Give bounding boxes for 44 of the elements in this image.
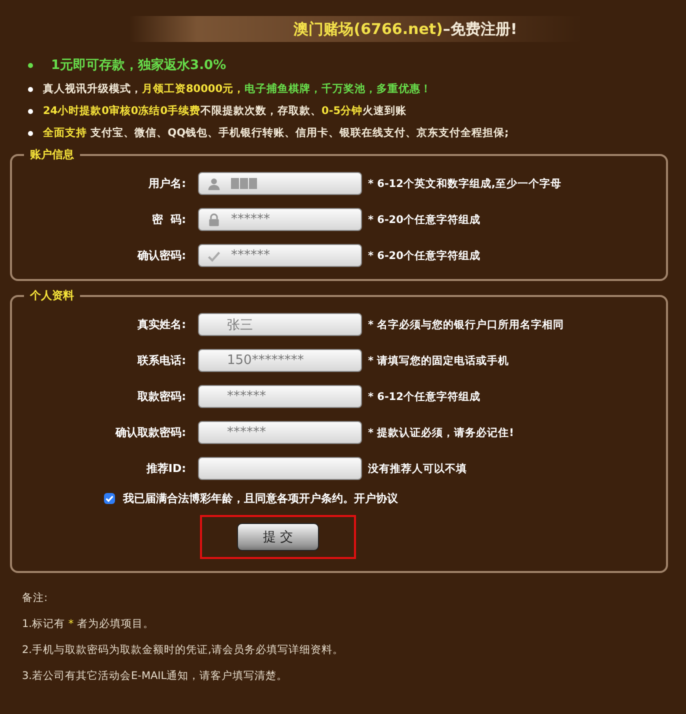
- page-title: 澳门赌场(6766.net)–免费注册!: [292, 20, 518, 38]
- input-field[interactable]: 150********: [198, 349, 362, 372]
- field-hint: * 请填写您的固定电话或手机: [367, 354, 510, 368]
- agreement-checkbox[interactable]: [104, 493, 115, 504]
- user-icon: [207, 176, 221, 190]
- field-hint: * 6-20个任意字符组成: [367, 212, 480, 226]
- field-label: 确认密码:: [136, 248, 187, 263]
- submit-button[interactable]: 提 交: [237, 523, 319, 551]
- promo-text: 全面支持 支付宝、微信、QQ钱包、手机银行转账、信用卡、银联在线支付、京东支付全程担保;: [43, 126, 509, 140]
- bullet-icon: [28, 130, 33, 136]
- agreement-text: 我已届满合法博彩年龄，且同意各项开户条约。开户协议: [123, 491, 398, 506]
- section-title: 个人资料: [24, 288, 80, 303]
- note-text: 3.若公司有其它活动会E-MAIL通知，请客户填写清楚。: [22, 669, 289, 683]
- note-text: 2.手机与取款密码为取款金额时的凭证,请会员务必填写详细资料。: [22, 643, 344, 657]
- lock-icon: [207, 212, 221, 226]
- input-field[interactable]: ******: [198, 208, 362, 231]
- input-field[interactable]: [198, 172, 362, 195]
- note-text: 1.标记有 * 者为必填项目。: [22, 617, 155, 631]
- field-label: 取款密码:: [136, 389, 187, 404]
- input-field[interactable]: ******: [198, 385, 362, 408]
- promo-text: 真人视讯升级模式，月领工资80000元，电子捕鱼棋牌，千万奖池，多重优惠！: [43, 82, 432, 96]
- bullet-icon: [28, 62, 33, 68]
- input-field[interactable]: ******: [198, 421, 362, 444]
- promo-text: 1元即可存款，独家返水3.0%: [50, 56, 226, 74]
- field-label: 用户名:: [147, 176, 187, 191]
- field-label: 确认取款密码:: [114, 425, 187, 440]
- field-hint: 没有推荐人可以不填: [367, 462, 467, 476]
- field-label: 联系电话:: [136, 353, 187, 368]
- section-title: 账户信息: [24, 147, 80, 162]
- field-label: 密 码:: [150, 212, 187, 227]
- field-hint: * 名字必须与您的银行户口所用名字相同: [367, 318, 564, 332]
- input-field[interactable]: ******: [198, 244, 362, 267]
- input-field[interactable]: [198, 457, 362, 480]
- field-hint: * 提款认证必须，请务必记住!: [367, 426, 514, 440]
- input-field[interactable]: 张三: [198, 313, 362, 336]
- notes-title: 备注:: [22, 591, 49, 605]
- field-hint: * 6-20个任意字符组成: [367, 248, 480, 262]
- field-label: 真实姓名:: [136, 317, 187, 332]
- bullet-icon: [28, 108, 33, 114]
- field-label: 推荐ID:: [145, 461, 187, 476]
- field-hint: * 6-12个任意字符组成: [367, 390, 480, 404]
- bullet-icon: [28, 86, 33, 92]
- promo-text: 24小时提款0审核0冻结0手续费不限提款次数，存取款、0-5分钟火速到账: [43, 104, 407, 118]
- field-hint: * 6-12个英文和数字组成,至少一个字母: [367, 176, 562, 190]
